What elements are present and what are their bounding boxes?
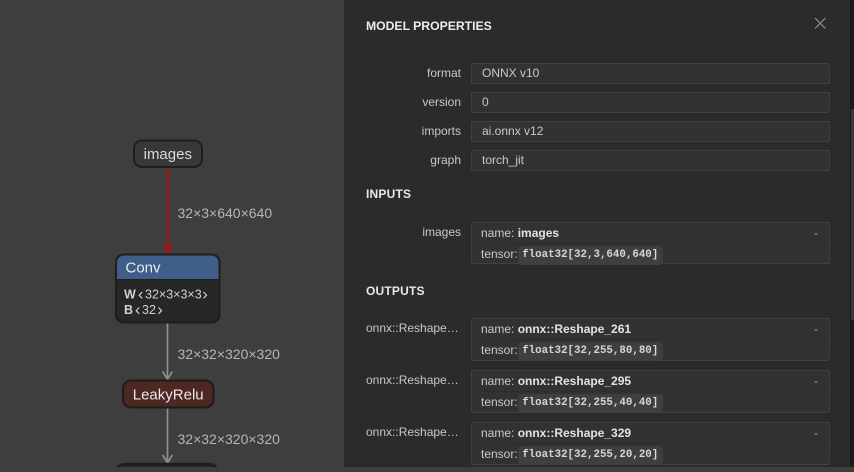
svg-text:32×3×640×640: 32×3×640×640: [178, 205, 273, 221]
svg-text:32: 32: [142, 303, 156, 317]
svg-text:32×32×320×320: 32×32×320×320: [178, 346, 281, 362]
svg-text:32×3×3×3: 32×3×3×3: [145, 288, 202, 302]
svg-text:W: W: [124, 288, 136, 302]
svg-text:Conv: Conv: [126, 260, 162, 277]
svg-text:LeakyRelu: LeakyRelu: [133, 387, 204, 404]
svg-text:B: B: [124, 303, 133, 317]
svg-text:images: images: [144, 146, 192, 163]
svg-text:32×32×320×320: 32×32×320×320: [178, 431, 281, 447]
